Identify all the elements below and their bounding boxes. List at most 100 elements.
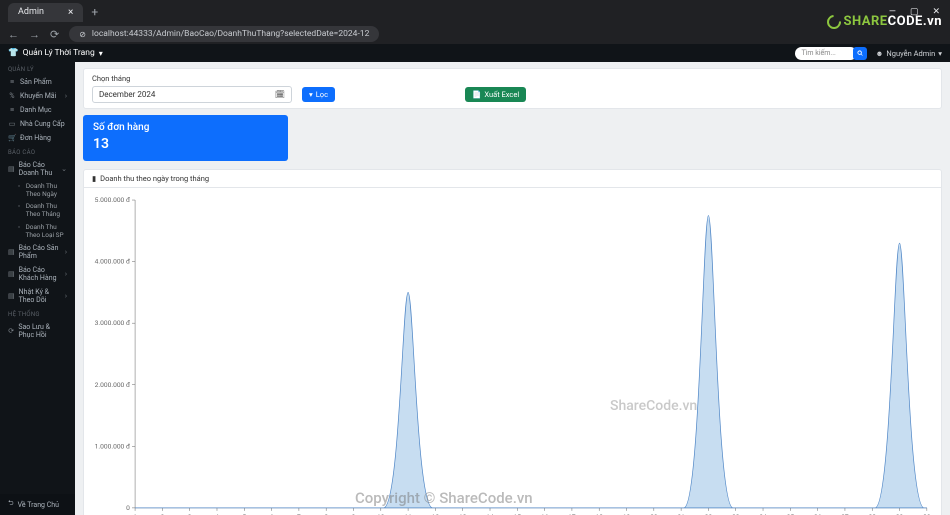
menu-icon: 🛒 [8,134,16,142]
chevron-icon: › [65,292,67,300]
month-input[interactable]: December 2024 🗓 [92,86,292,103]
user-name: Nguyễn Admin [886,49,935,58]
sidebar-item-label: Báo Cáo Sản Phẩm [19,244,61,260]
lock-icon: ⊘ [79,30,86,39]
brand[interactable]: 👕 Quản Lý Thời Trang ▾ [8,48,103,58]
sidebar-item-label: Đơn Hàng [20,134,51,142]
sidebar-section-header: QUẢN LÝ [0,62,75,75]
chevron-down-icon: ▾ [99,49,103,58]
menu-icon: ▤ [8,165,15,173]
svg-text:3.000.000 đ: 3.000.000 đ [95,319,130,327]
sidebar-item-label: Sao Lưu & Phục Hồi [18,323,67,339]
sidebar-item-label: Nhật Ký & Theo Dõi [19,288,61,304]
chevron-icon: ⌄ [61,165,67,173]
user-menu[interactable]: ☻ Nguyễn Admin ▾ [875,49,942,58]
nav-back-icon[interactable]: ← [8,28,19,41]
browser-tab[interactable]: Admin × [8,3,83,22]
sidebar: QUẢN LÝ ≡ Sản Phẩm% Khuyến Mãi › ≡ Danh Mục ▭ Nh… [0,62,75,515]
sidebar-item-label: Khuyến Mãi [20,92,56,100]
search-placeholder: Tìm kiếm... [801,49,835,57]
sidebar-item-label: Nhà Cung Cấp [20,120,65,128]
funnel-icon: ▾ [309,90,313,99]
sidebar-item[interactable]: ≡ Danh Mục [0,103,75,117]
sidebar-item-label: Báo Cáo Doanh Thu [19,161,58,177]
svg-text:4.000.000 đ: 4.000.000 đ [95,258,130,266]
chart-card: ▮ Doanh thu theo ngày trong tháng 0 1.000… [83,169,942,515]
svg-text:5.000.000 đ: 5.000.000 đ [95,196,130,204]
filter-card: Chọn tháng December 2024 🗓 ▾ Lọc 📄 Xuất … [83,68,942,109]
sidebar-subitem-label: Doanh Thu Theo Loại SP [26,223,67,239]
tab-title: Admin [18,7,44,17]
menu-icon: ≡ [8,106,16,114]
menu-icon: ▤ [8,270,15,278]
sidebar-item[interactable]: ▤ Báo Cáo Khách Hàng › [0,263,75,285]
chart-title: Doanh thu theo ngày trong tháng [100,174,209,183]
search-icon [857,50,864,57]
user-icon: ☻ [875,49,883,58]
chevron-icon: › [65,248,67,256]
sidebar-item[interactable]: ▤ Báo Cáo Doanh Thu⌄ [0,158,75,180]
sidebar-item-label: Danh Mục [20,106,52,114]
month-value: December 2024 [99,90,155,99]
sidebar-item[interactable]: ▭ Nhà Cung Cấp [0,117,75,131]
nav-forward-icon[interactable]: → [29,28,40,41]
stat-value: 13 [93,136,278,152]
address-bar[interactable]: ⊘ localhost:44333/Admin/BaoCao/DoanhThuT… [69,26,379,42]
menu-icon: ▤ [8,292,15,300]
export-excel-button[interactable]: 📄 Xuất Excel [465,87,526,102]
sidebar-item-label: Báo Cáo Khách Hàng [19,266,61,282]
sidebar-item[interactable]: ≡ Sản Phẩm [0,75,75,89]
search-input[interactable]: Tìm kiếm... [795,47,857,60]
sidebar-subitem[interactable]: ▫Doanh Thu Theo Loại SP [0,221,75,241]
menu-icon: ⟳ [8,327,14,335]
chevron-icon: › [65,92,67,100]
filter-label: Lọc [316,90,328,99]
stat-card-orders: Số đơn hàng 13 [83,115,288,161]
sidebar-subitem-label: Doanh Thu Theo Ngày [26,182,67,198]
sidebar-footer-home[interactable]: ⮌ Về Trang Chủ [0,494,75,515]
sidebar-item[interactable]: ▤ Báo Cáo Sản Phẩm › [0,241,75,263]
tshirt-icon: 👕 [8,48,19,58]
chevron-icon: › [65,270,67,278]
svg-text:1.000.000 đ: 1.000.000 đ [95,442,130,450]
sidebar-section-header: BÁO CÁO [0,145,75,158]
browser-chrome: Admin × + — ▢ ✕ ← → ⟳ ⊘ localhost:44333/… [0,0,950,44]
sidebar-item[interactable]: 🛒 Đơn Hàng [0,131,75,145]
revenue-chart: 0 1.000.000 đ 2.000.000 đ 3.000.000 đ 4.000.… [92,194,933,515]
filter-button[interactable]: ▾ Lọc [302,87,335,102]
dot-icon: ▫ [18,223,22,239]
dot-icon: ▫ [18,202,22,218]
sidebar-section-header: HỆ THỐNG [0,307,75,320]
nav-reload-icon[interactable]: ⟳ [50,28,59,41]
menu-icon: ≡ [8,78,16,86]
search-button[interactable] [853,47,867,60]
app-topbar: 👕 Quản Lý Thời Trang ▾ Tìm kiếm... ☻ Ngu… [0,44,950,62]
menu-icon: ▭ [8,120,16,128]
svg-text:0: 0 [126,504,130,512]
sidebar-item-label: Sản Phẩm [20,78,52,86]
sidebar-subitem-label: Doanh Thu Theo Tháng [26,202,67,218]
menu-icon: % [8,92,16,100]
sidebar-subitem[interactable]: ▫Doanh Thu Theo Tháng [0,200,75,220]
excel-label: Xuất Excel [484,90,519,99]
sidebar-item[interactable]: ▤ Nhật Ký & Theo Dõi › [0,285,75,307]
svg-text:2.000.000 đ: 2.000.000 đ [95,381,130,389]
url-text: localhost:44333/Admin/BaoCao/DoanhThuTha… [92,29,369,39]
footer-label: Về Trang Chủ [18,501,59,509]
calendar-icon: 🗓 [275,90,285,99]
logo-ring-icon [825,12,845,32]
close-tab-icon[interactable]: × [68,7,73,18]
new-tab-button[interactable]: + [91,5,98,19]
menu-icon: ▤ [8,248,15,256]
file-icon: 📄 [472,90,481,99]
chart-bar-icon: ▮ [92,174,96,183]
sidebar-item[interactable]: ⟳ Sao Lưu & Phục Hồi [0,320,75,342]
dot-icon: ▫ [18,182,22,198]
stat-title: Số đơn hàng [93,122,278,133]
chevron-down-icon: ▾ [938,49,942,58]
sidebar-subitem[interactable]: ▫Doanh Thu Theo Ngày [0,180,75,200]
main-content: Chọn tháng December 2024 🗓 ▾ Lọc 📄 Xuất … [75,62,950,515]
sharecode-logo: SHARE CODE.vn [827,14,942,29]
back-icon: ⮌ [8,499,14,510]
sidebar-item[interactable]: % Khuyến Mãi › [0,89,75,103]
